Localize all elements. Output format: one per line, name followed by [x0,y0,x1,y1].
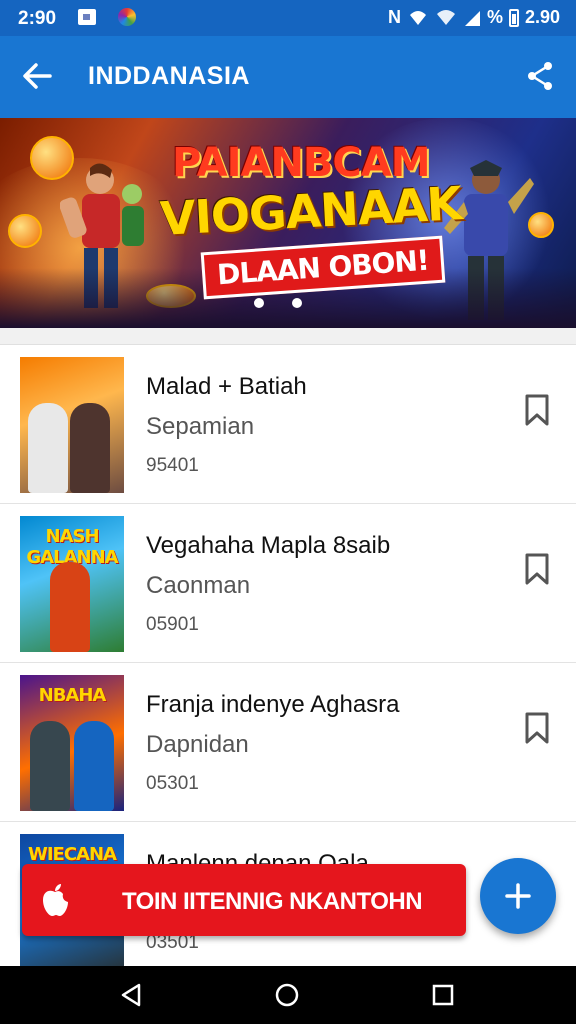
recents-square-icon[interactable] [430,982,456,1008]
back-arrow-icon[interactable] [20,58,54,94]
status-time: 2:90 [18,8,57,29]
item-subtitle: Dapnidan [146,731,249,758]
carousel-dot[interactable] [254,298,264,308]
item-title: Franja indenye Aghasra [146,691,400,718]
app-bar: INDDANASIA [0,36,576,118]
nfc-icon: N [387,7,401,27]
wifi-icon-2 [436,9,455,25]
apple-icon [43,884,68,916]
status-bar: 2:90 N % 2.90 [0,0,576,36]
item-subtitle: Caonman [146,572,251,599]
status-right-time: 2.90 [524,7,560,27]
thumbnail-figure [70,403,110,493]
bookmark-icon[interactable] [522,711,552,745]
item-title: Malad + Batiah [146,373,307,400]
coin-icon [8,214,42,248]
battery-percent: % [486,7,503,27]
plus-icon [505,883,531,909]
app-notification-icon [118,8,136,26]
list-item[interactable]: NASH GALANNA Vegahaha Mapla 8saib Caonma… [0,504,576,663]
divider [0,328,576,345]
wifi-icon [409,10,426,25]
battery-icon [508,8,519,27]
download-button[interactable]: TOIN IITENNIG NKANTOHN [22,864,466,936]
item-thumbnail: NBAHA [20,675,124,811]
thumbnail-figure [50,562,90,652]
back-triangle-icon[interactable] [118,982,144,1008]
item-number: 05301 [146,773,199,794]
page-title: INDDANASIA [88,62,250,90]
item-thumbnail [20,357,124,493]
list-item[interactable]: Malad + Batiah Sepamian 95401 [0,345,576,504]
system-navigation-bar [0,966,576,1024]
carousel-dot[interactable] [292,298,302,308]
item-number: 95401 [146,455,199,476]
bookmark-icon[interactable] [522,393,552,427]
signal-icon [464,10,480,26]
list-item[interactable]: NBAHA Franja indenye Aghasra Dapnidan 05… [0,663,576,822]
item-subtitle: Sepamian [146,413,255,440]
item-thumbnail: NASH GALANNA [20,516,124,652]
download-button-label: TOIN IITENNIG NKANTOHN [121,888,423,915]
thumbnail-label: WIECANA [28,844,117,865]
add-fab-button[interactable] [480,858,556,934]
thumbnail-figure [30,721,70,811]
item-title: Vegahaha Mapla 8saib [146,532,391,559]
item-number: 05901 [146,614,199,635]
bookmark-icon[interactable] [522,552,552,586]
promo-banner[interactable]: PAIANBCAM VIOGANAAK DLAAN OBON! [0,118,576,328]
thumbnail-figure [74,721,114,811]
home-circle-icon[interactable] [274,982,300,1008]
thumbnail-figure [28,403,68,493]
share-icon[interactable] [524,60,556,92]
status-right: N % 2.90 [388,7,560,28]
carousel-indicator[interactable] [254,298,302,308]
gallery-notification-icon [78,9,96,25]
thumbnail-label: NBAHA [38,685,107,706]
